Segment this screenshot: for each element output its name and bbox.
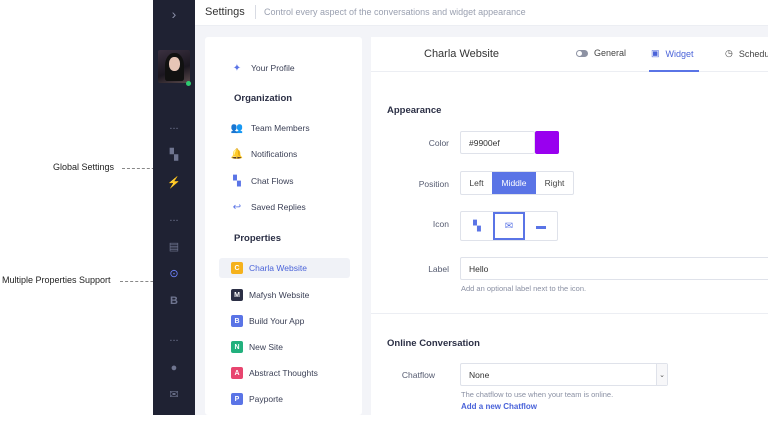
- property-name: Payporte: [249, 394, 284, 404]
- icon-label: Icon: [432, 219, 449, 229]
- page-header: Settings Control every aspect of the con…: [195, 0, 768, 26]
- property-title: Charla Website: [424, 48, 499, 60]
- properties-heading: Properties: [234, 233, 281, 244]
- nav-item-your-profile[interactable]: ✦ Your Profile: [230, 59, 295, 77]
- drop-icon[interactable]: ●: [153, 362, 195, 374]
- property-item-charla-website[interactable]: C Charla Website: [219, 258, 350, 278]
- color-swatch[interactable]: [535, 131, 559, 154]
- label-field-label: Label: [428, 264, 449, 274]
- property-badge: C: [231, 262, 243, 274]
- nav-item-label: Saved Replies: [251, 202, 306, 212]
- header-divider: [255, 5, 256, 19]
- tab-label: Widget: [665, 48, 694, 59]
- nav-item-chat-flows[interactable]: ▚ Chat Flows: [230, 172, 294, 190]
- chatflow-select[interactable]: None ⌄: [460, 363, 668, 386]
- chat-bubbles-icon[interactable]: ▚: [461, 212, 493, 240]
- page-subtitle: Control every aspect of the conversation…: [264, 7, 526, 17]
- property-name: Mafysh Website: [249, 290, 310, 300]
- nav-item-label: Notifications: [251, 149, 298, 159]
- property-name: Build Your App: [249, 316, 305, 326]
- toggle-icon: [576, 49, 588, 57]
- property-name: Charla Website: [249, 263, 307, 273]
- annotation-global-settings: Global Settings: [53, 162, 115, 172]
- appearance-heading: Appearance: [387, 105, 442, 116]
- property-badge: P: [231, 393, 243, 405]
- avatar[interactable]: [158, 50, 190, 83]
- lightning-icon[interactable]: ⚡: [153, 176, 195, 189]
- active-tab-indicator: [649, 70, 699, 72]
- tab-general[interactable]: General: [576, 48, 626, 58]
- tab-widget[interactable]: ▣ Widget: [651, 48, 694, 59]
- toggle-settings-icon[interactable]: ⊙: [153, 267, 195, 280]
- property-name: Abstract Thoughts: [249, 368, 318, 378]
- nav-item-team-members[interactable]: 👥 Team Members: [230, 119, 310, 137]
- settings-nav-panel: ✦ Your Profile Organization 👥 Team Membe…: [205, 37, 362, 415]
- icon-selector: ▚ ✉ ▬: [460, 211, 558, 241]
- chatflow-hint: The chatflow to use when your team is on…: [461, 390, 614, 399]
- nav-item-saved-replies[interactable]: ↩ Saved Replies: [230, 198, 306, 216]
- sparkle-icon: ✦: [232, 62, 242, 74]
- property-badge: A: [231, 367, 243, 379]
- online-conversation-heading: Online Conversation: [387, 338, 480, 349]
- tab-schedule[interactable]: ◷ Schedule: [725, 48, 768, 59]
- ellipsis-icon: ...: [169, 120, 179, 132]
- nav-item-label: Team Members: [251, 123, 310, 133]
- nav-item-notifications[interactable]: 🔔 Notifications: [230, 145, 298, 163]
- organization-heading: Organization: [234, 93, 293, 104]
- property-tabs-bar: Charla Website General ▣ Widget ◷ Schedu…: [371, 37, 768, 72]
- envelope-icon[interactable]: ✉: [493, 212, 525, 240]
- chat-flows-icon: ▚: [233, 175, 241, 187]
- chatflow-label: Chatflow: [401, 370, 435, 380]
- widget-settings-panel: Charla Website General ▣ Widget ◷ Schedu…: [371, 37, 768, 415]
- property-item-payporte[interactable]: P Payporte: [219, 389, 350, 409]
- property-item-new-site[interactable]: N New Site: [219, 337, 350, 357]
- position-middle-button[interactable]: Middle: [492, 172, 536, 194]
- property-badge: N: [231, 341, 243, 353]
- tab-label: General: [594, 48, 627, 58]
- app-sidebar: › ... ▚ ⚡ ... ▤ ⊙ B ... ● ✉: [153, 0, 195, 415]
- reply-icon: ↩: [232, 201, 242, 213]
- ellipsis-icon: ...: [169, 332, 179, 344]
- message-icon[interactable]: ▬: [525, 212, 557, 240]
- chat-icon[interactable]: ▚: [153, 148, 195, 161]
- chatflow-selected-value: None: [469, 369, 490, 380]
- bold-b-icon[interactable]: B: [153, 295, 195, 307]
- position-label: Position: [418, 179, 449, 189]
- team-icon: 👥: [230, 122, 244, 134]
- position-left-button[interactable]: Left: [461, 172, 492, 194]
- layout-icon[interactable]: ▤: [153, 240, 195, 253]
- mail-icon[interactable]: ✉: [153, 388, 195, 401]
- add-chatflow-link[interactable]: Add a new Chatflow: [461, 402, 537, 411]
- bell-icon: 🔔: [230, 148, 244, 160]
- property-badge: M: [231, 289, 243, 301]
- tab-label: Schedule: [738, 48, 768, 59]
- color-hex-input[interactable]: #9900ef: [460, 131, 535, 154]
- property-item-build-your-app[interactable]: B Build Your App: [219, 311, 350, 331]
- property-item-abstract-thoughts[interactable]: A Abstract Thoughts: [219, 363, 350, 383]
- label-input[interactable]: Hello: [460, 257, 768, 280]
- position-right-button[interactable]: Right: [536, 172, 573, 194]
- nav-item-label: Chat Flows: [251, 176, 294, 186]
- property-item-mafysh-website[interactable]: M Mafysh Website: [219, 285, 350, 305]
- color-label: Color: [428, 138, 449, 148]
- chevron-right-icon[interactable]: ›: [153, 0, 195, 28]
- label-hint: Add an optional label next to the icon.: [461, 284, 587, 293]
- page-title: Settings: [205, 6, 245, 18]
- ellipsis-icon: ...: [169, 212, 179, 224]
- position-selector: Left Middle Right: [460, 171, 574, 195]
- property-name: New Site: [249, 342, 284, 352]
- property-badge: B: [231, 315, 243, 327]
- screenshot-stage: Global Settings Multiple Properties Supp…: [0, 0, 768, 435]
- clock-icon: ◷: [725, 48, 733, 58]
- chevron-down-icon: ⌄: [656, 364, 667, 385]
- nav-item-label: Your Profile: [251, 63, 295, 73]
- annotation-multiple-properties: Multiple Properties Support: [2, 275, 111, 285]
- online-status-dot: [186, 81, 191, 86]
- widget-icon: ▣: [651, 48, 660, 58]
- section-divider: [371, 313, 768, 314]
